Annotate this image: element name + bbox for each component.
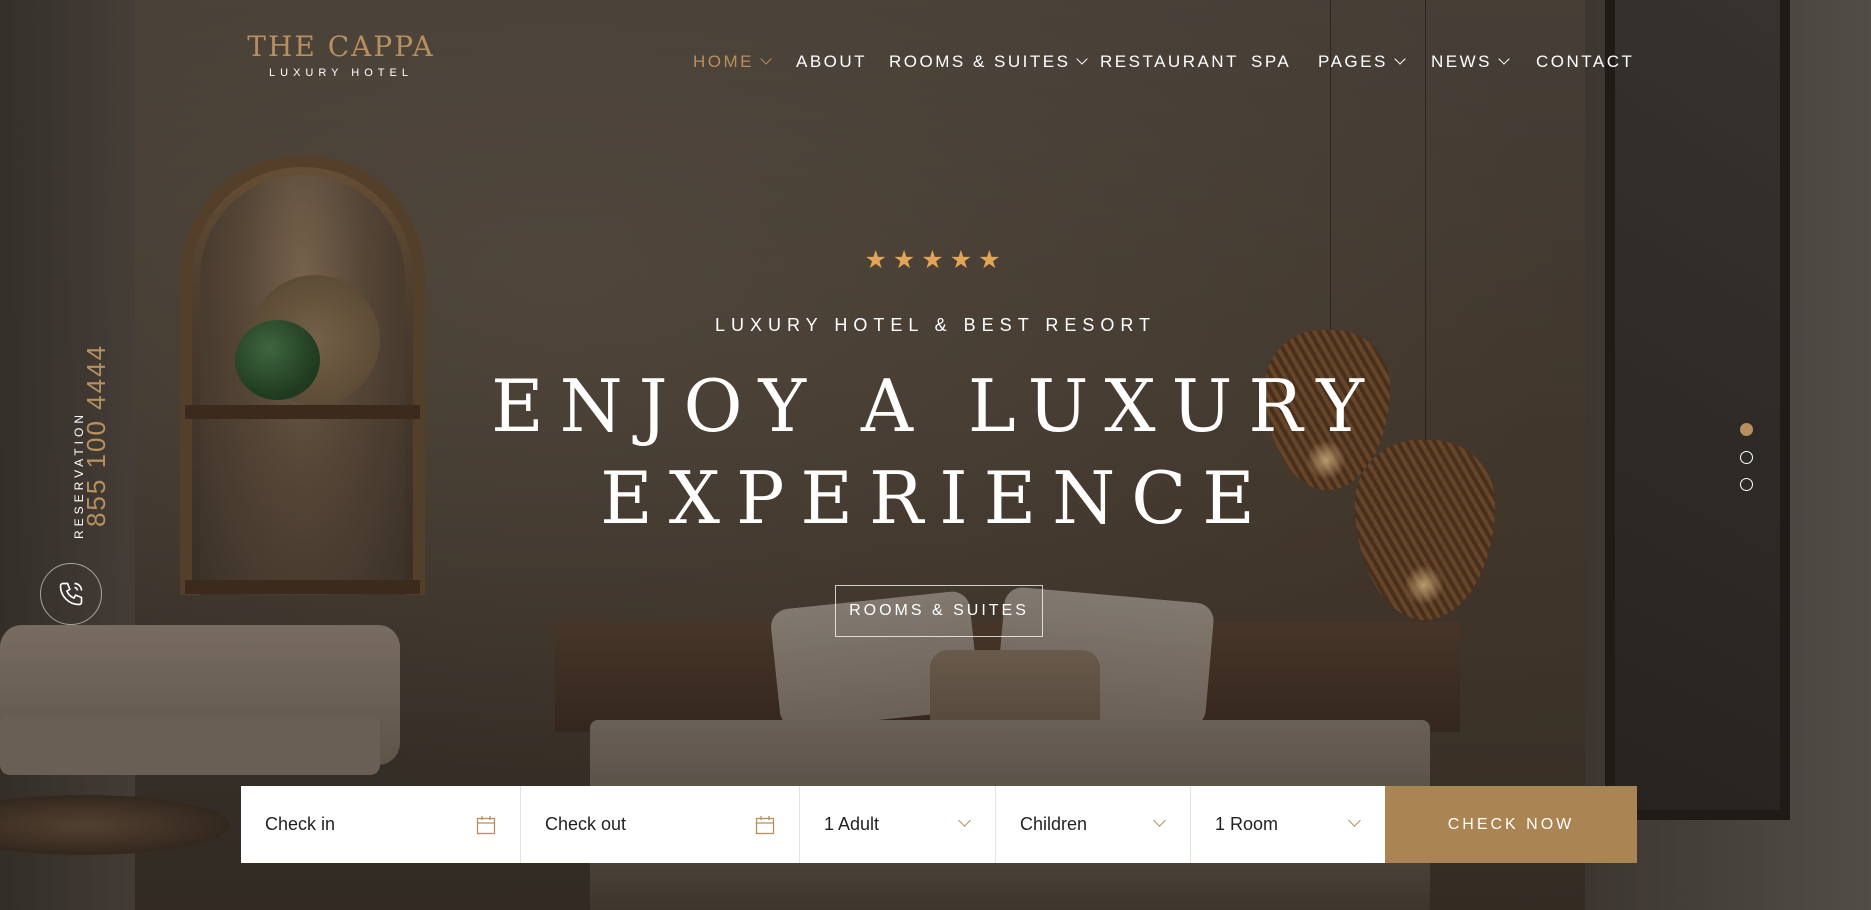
slider-dot-3[interactable] bbox=[1740, 478, 1753, 491]
check-out-field[interactable]: Check out bbox=[521, 786, 800, 863]
nav-item-spa[interactable]: SPA bbox=[1251, 52, 1291, 72]
chevron-down-icon bbox=[1394, 53, 1406, 65]
logo-tagline: LUXURY HOTEL bbox=[269, 67, 413, 79]
hero-kicker: LUXURY HOTEL & BEST RESORT bbox=[714, 315, 1157, 335]
nav-item-label: HOME bbox=[693, 52, 754, 71]
nav-item-label: NEWS bbox=[1431, 52, 1492, 71]
nav-item-label: SPA bbox=[1251, 52, 1292, 71]
rooms-select[interactable]: 1 Room bbox=[1191, 786, 1385, 863]
adults-select[interactable]: 1 Adult bbox=[800, 786, 996, 863]
adults-value: 1 Adult bbox=[824, 814, 880, 834]
phone-icon bbox=[59, 582, 83, 606]
rooms-value: 1 Room bbox=[1215, 814, 1279, 834]
nav-item-restaurant[interactable]: RESTAURANT bbox=[1100, 52, 1239, 72]
nav-item-about[interactable]: ABOUT bbox=[796, 52, 867, 72]
nav-item-home[interactable]: HOME bbox=[693, 52, 772, 72]
check-in-placeholder: Check in bbox=[265, 814, 336, 834]
nav-item-label: ROOMS & SUITES bbox=[889, 52, 1071, 71]
calendar-icon bbox=[755, 816, 775, 835]
slider-dot-2[interactable] bbox=[1740, 451, 1753, 464]
rating-stars: ★★★★★ bbox=[864, 246, 1007, 274]
logo-title: THE CAPPA bbox=[247, 30, 435, 63]
nav-item-label: CONTACT bbox=[1536, 52, 1635, 71]
chevron-down-icon bbox=[958, 814, 971, 827]
booking-form: Check in Check out 1 Adult Children 1 Ro… bbox=[241, 786, 1637, 863]
chevron-down-icon bbox=[760, 53, 772, 65]
headline-line-1: ENJOY A LUXURY bbox=[491, 364, 1380, 448]
chevron-down-icon bbox=[1153, 814, 1166, 827]
nav-item-contact[interactable]: CONTACT bbox=[1536, 52, 1634, 72]
chevron-down-icon bbox=[1498, 53, 1510, 65]
nav-item-news[interactable]: NEWS bbox=[1431, 52, 1510, 72]
chevron-down-icon bbox=[1076, 53, 1089, 65]
phone-call-button[interactable] bbox=[40, 563, 102, 625]
calendar-icon bbox=[476, 816, 496, 835]
children-select[interactable]: Children bbox=[996, 786, 1191, 863]
check-now-button[interactable]: CHECK NOW bbox=[1385, 786, 1637, 863]
nav-item-label: ABOUT bbox=[796, 52, 868, 71]
check-in-field[interactable]: Check in bbox=[241, 786, 521, 863]
nav-item-rooms-suites[interactable]: ROOMS & SUITES bbox=[889, 52, 1089, 72]
nav-item-pages[interactable]: PAGES bbox=[1318, 52, 1406, 72]
hero-headline: ENJOY A LUXURY EXPERIENCE bbox=[0, 360, 1871, 544]
headline-line-2: EXPERIENCE bbox=[600, 456, 1271, 540]
nav-item-label: PAGES bbox=[1318, 52, 1388, 71]
children-value: Children bbox=[1020, 814, 1088, 834]
check-out-placeholder: Check out bbox=[545, 814, 627, 834]
slider-dot-1[interactable] bbox=[1740, 423, 1753, 436]
nav-item-label: RESTAURANT bbox=[1100, 52, 1239, 71]
chevron-down-icon bbox=[1348, 814, 1361, 827]
site-logo[interactable]: THE CAPPA LUXURY HOTEL bbox=[241, 30, 441, 80]
rooms-suites-button[interactable]: ROOMS & SUITES bbox=[835, 585, 1043, 637]
